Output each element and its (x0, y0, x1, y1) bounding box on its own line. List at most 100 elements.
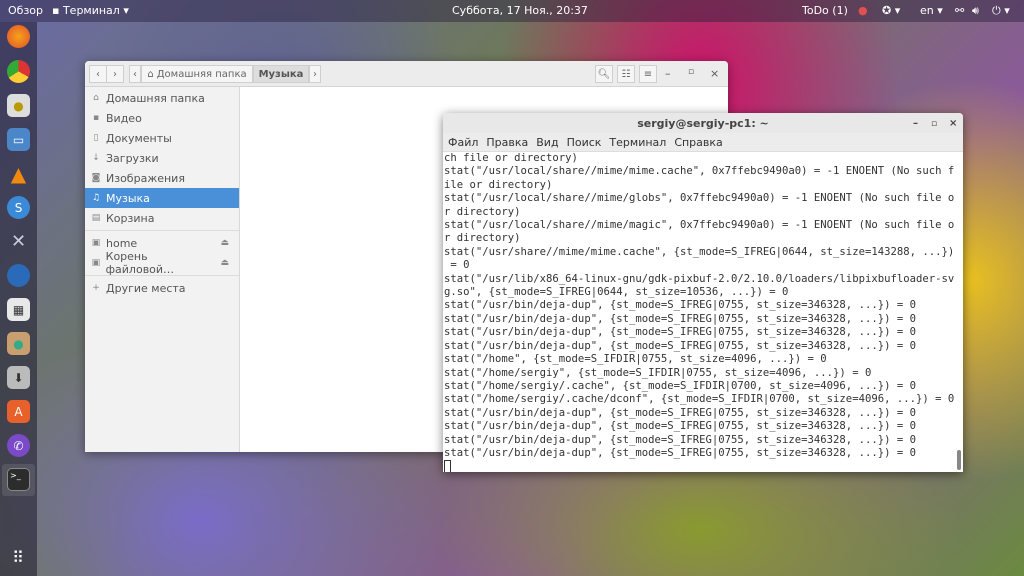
scrollbar-thumb[interactable] (957, 450, 961, 470)
power-icon[interactable]: ⏻ ▾ (992, 4, 1010, 18)
terminal-line: stat("/home/sergiy/.cache", {st_mode=S_I… (444, 379, 916, 392)
menu-help[interactable]: Справка (674, 136, 722, 149)
terminal-output[interactable]: ch file or directory) stat("/usr/local/sh… (444, 152, 955, 472)
terminal-title: sergiy@sergiy-pc1: ~ (637, 117, 769, 130)
sidebar-item-documents[interactable]: ▯ Документы (85, 128, 239, 148)
sidebar-item-downloads[interactable]: ↓ Загрузки (85, 148, 239, 168)
search-button[interactable]: 🔍︎ (595, 65, 613, 83)
sidebar-item-pictures[interactable]: ◙ Изображения (85, 168, 239, 188)
forward-button[interactable]: › (106, 65, 124, 83)
file-manager-header: ‹ › ‹ ⌂ Домашняя папка Музыка › 🔍︎ ☷ ≡ – … (85, 61, 728, 87)
calculator-icon[interactable]: ▦ (7, 298, 30, 321)
sidebar-item-other-locations[interactable]: + Другие места (85, 278, 239, 298)
sidebar-item-videos[interactable]: ▪ Видео (85, 108, 239, 128)
trash-icon: ▤ (91, 213, 101, 223)
todo-indicator[interactable]: ToDo (1) (802, 4, 848, 17)
sidebar-item-trash[interactable]: ▤ Корзина (85, 208, 239, 228)
thunderbird-icon[interactable] (7, 264, 30, 287)
sidebar: ⌂ Домашняя папка ▪ Видео ▯ Документы ↓ Загру… (85, 87, 240, 452)
terminal-line: stat("/home/sergiy/.cache/dconf", {st_mo… (444, 393, 955, 406)
terminal-icon[interactable]: >_ (7, 468, 30, 491)
files-icon[interactable]: ▭ (7, 128, 30, 151)
chrome-icon[interactable] (7, 60, 30, 83)
terminal-line: g.so", {st_mode=S_IFREG|0644, st_size=10… (444, 286, 789, 299)
dock: ● ▭ ▲ S ✕ ▦ ● ⬇ A ✆ >_ ⠿ (0, 22, 37, 576)
terminal-line: stat("/usr/local/share//mime/globs", 0x7… (444, 192, 955, 205)
accessibility-icon[interactable]: ✪ ▾ (882, 4, 900, 17)
video-icon: ▪ (92, 113, 100, 123)
view-toggle-button[interactable]: ☷ (617, 65, 635, 83)
speaker-icon[interactable]: ● (7, 94, 30, 117)
software-center-icon[interactable]: A (7, 400, 30, 423)
home-icon: ⌂ (93, 93, 99, 103)
document-icon: ▯ (93, 133, 99, 143)
terminal-titlebar: sergiy@sergiy-pc1: ~ – ▫ × (443, 113, 963, 133)
menu-view[interactable]: Вид (536, 136, 558, 149)
close-button[interactable]: × (710, 67, 719, 80)
installer-icon[interactable]: ⬇ (7, 366, 30, 389)
maximize-button[interactable]: ▫ (931, 113, 937, 135)
drive-icon: ▣ (91, 238, 101, 248)
sidebar-item-label: Корень файловой… (105, 250, 175, 276)
terminal-window: sergiy@sergiy-pc1: ~ – ▫ × Файл Правка В… (443, 113, 963, 472)
plus-icon: + (92, 283, 100, 293)
sidebar-item-music[interactable]: ♫ Музыка (85, 188, 239, 208)
vlc-icon[interactable]: ▲ (7, 162, 30, 186)
music-icon: ♫ (91, 193, 101, 203)
eject-icon[interactable]: ⏏ (220, 258, 229, 268)
minimize-button[interactable]: – (665, 67, 671, 80)
archive-icon[interactable]: ● (7, 332, 30, 355)
close-button[interactable]: × (949, 113, 957, 135)
path-scroll-left[interactable]: ‹ (129, 65, 141, 83)
top-bar: Обзор ▪ Терминал ▾ Суббота, 17 Ноя., 20:… (0, 0, 1024, 22)
show-apps-icon[interactable]: ⠿ (7, 546, 30, 569)
terminal-line: stat("/usr/local/share//mime/magic", 0x7… (444, 219, 955, 232)
terminal-line: stat("/usr/share//mime/mime.cache", {st_… (444, 245, 955, 258)
activities-button[interactable]: Обзор (8, 4, 43, 17)
terminal-line: = 0 (444, 259, 470, 272)
clock[interactable]: Суббота, 17 Ноя., 20:37 (452, 4, 588, 17)
volume-icon[interactable]: 🔊︎ (972, 4, 979, 18)
viber-icon[interactable]: ✆ (7, 434, 30, 457)
terminal-line: ch file or directory) (444, 152, 578, 164)
menu-search[interactable]: Поиск (567, 136, 602, 149)
menu-terminal[interactable]: Терминал (609, 136, 666, 149)
minimize-button[interactable]: – (913, 113, 918, 135)
maximize-button[interactable]: ▫ (688, 67, 694, 77)
record-icon[interactable]: ● (858, 4, 868, 17)
terminal-line: ile or directory) (444, 178, 553, 191)
back-button[interactable]: ‹ (89, 65, 107, 83)
menu-button[interactable]: ≡ (639, 65, 657, 83)
sidebar-item-label: Документы (106, 131, 172, 145)
sidebar-item-label: Домашняя папка (106, 91, 205, 105)
divider (85, 230, 239, 231)
path-home-label: Домашняя папка (156, 68, 247, 80)
terminal-line: stat("/usr/bin/deja-dup", {st_mode=S_IFR… (444, 326, 916, 339)
home-icon: ⌂ (147, 68, 154, 80)
scrollbar[interactable] (957, 153, 961, 472)
sidebar-item-label: Другие места (106, 281, 186, 295)
path-current[interactable]: Музыка (253, 65, 309, 83)
terminal-line: r directory) (444, 232, 521, 245)
terminal-line: r directory) (444, 205, 521, 218)
language-selector[interactable]: en ▾ (920, 4, 943, 17)
app-menu[interactable]: ▪ Терминал ▾ (52, 4, 129, 17)
simplenote-icon[interactable]: S (7, 196, 30, 219)
download-icon: ↓ (92, 153, 100, 163)
sidebar-item-home[interactable]: ⌂ Домашняя папка (85, 88, 239, 108)
firefox-icon[interactable] (7, 25, 30, 48)
network-icon[interactable]: ⚯ (955, 4, 964, 17)
tools-icon[interactable]: ✕ (7, 230, 30, 253)
terminal-line: stat("/usr/bin/deja-dup", {st_mode=S_IFR… (444, 312, 916, 325)
eject-icon[interactable]: ⏏ (220, 238, 229, 248)
terminal-line: stat("/home", {st_mode=S_IFDIR|0755, st_… (444, 353, 827, 366)
terminal-line: stat("/usr/local/share//mime/mime.cache"… (444, 165, 955, 178)
sidebar-item-root[interactable]: ▣ Корень файловой… ⏏ (85, 250, 239, 276)
terminal-line: stat("/usr/bin/deja-dup", {st_mode=S_IFR… (444, 420, 916, 433)
path-home[interactable]: ⌂ Домашняя папка (141, 65, 253, 83)
terminal-line: stat("/usr/bin/deja-dup", {st_mode=S_IFR… (444, 406, 916, 419)
path-scroll-right[interactable]: › (309, 65, 321, 83)
terminal-line: stat("/usr/bin/deja-dup", {st_mode=S_IFR… (444, 433, 916, 446)
menu-edit[interactable]: Правка (486, 136, 528, 149)
menu-file[interactable]: Файл (448, 136, 478, 149)
